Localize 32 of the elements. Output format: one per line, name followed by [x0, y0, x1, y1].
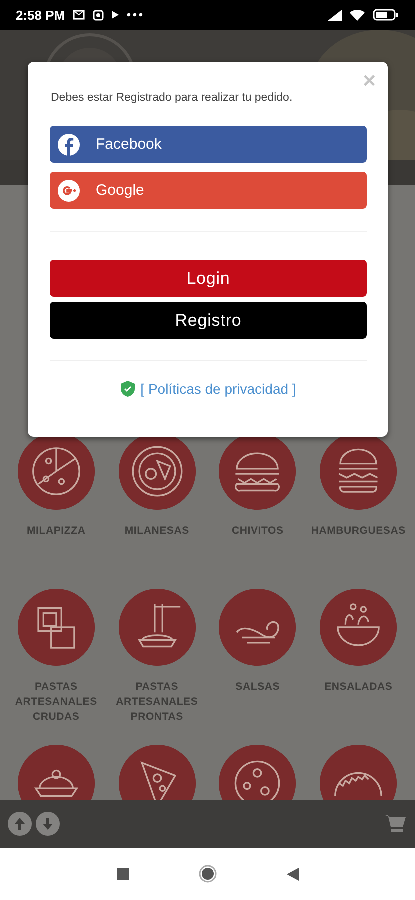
- category-label[interactable]: SALSAS: [210, 680, 306, 695]
- category-label[interactable]: PASTAS ARTESANALES CRUDAS: [8, 680, 104, 725]
- facebook-icon: [58, 134, 80, 156]
- login-message: Debes estar Registrado para realizar tu pedido.: [51, 92, 294, 104]
- facebook-button[interactable]: Facebook: [50, 126, 367, 163]
- google-button[interactable]: Google: [50, 172, 367, 209]
- battery-icon: [373, 9, 399, 21]
- shield-icon: [120, 381, 135, 397]
- recents-button[interactable]: [116, 868, 128, 880]
- category-label[interactable]: PASTAS ARTESANALES PRONTAS: [109, 680, 206, 725]
- cart-icon[interactable]: [383, 813, 407, 835]
- home-button[interactable]: [198, 865, 216, 883]
- more-icon: [127, 13, 144, 17]
- back-button[interactable]: [286, 868, 298, 880]
- signal-icon: [328, 10, 342, 20]
- play-icon: [112, 11, 120, 19]
- app-icon: [93, 10, 104, 20]
- google-plus-icon: [58, 180, 80, 202]
- scroll-up-button[interactable]: [8, 812, 32, 836]
- wifi-icon: [350, 10, 365, 20]
- category-label[interactable]: HAMBURGUESAS: [310, 524, 407, 539]
- category-label[interactable]: ENSALADAS: [310, 680, 407, 695]
- category-label[interactable]: CHIVITOS: [210, 524, 306, 539]
- category-label[interactable]: MILAPIZZA: [8, 524, 104, 539]
- status-time: 2:58 PM: [16, 8, 66, 22]
- register-button[interactable]: Registro: [50, 302, 367, 339]
- close-button[interactable]: ×: [363, 68, 376, 94]
- scroll-down-button[interactable]: [36, 812, 60, 836]
- category-label[interactable]: MILANESAS: [109, 524, 206, 539]
- mail-icon: [73, 10, 86, 20]
- login-button[interactable]: Login: [50, 260, 367, 297]
- privacy-link[interactable]: [ Políticas de privacidad ]: [140, 381, 296, 397]
